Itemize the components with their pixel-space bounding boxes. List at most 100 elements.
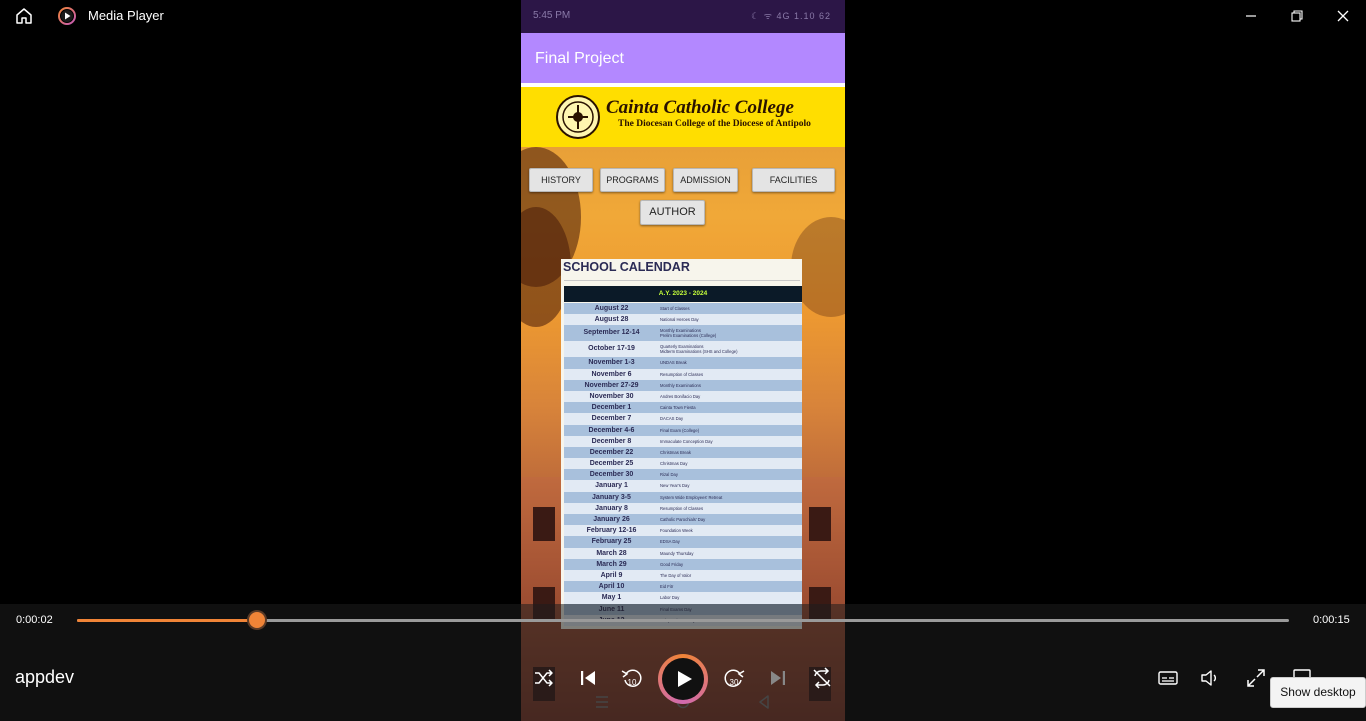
calendar-date: December 30 xyxy=(589,471,634,479)
calendar-row: January 26 Catholic Parochials' Day xyxy=(564,514,802,526)
calendar-date: January 8 xyxy=(595,504,628,512)
previous-icon[interactable] xyxy=(576,666,600,690)
next-icon[interactable] xyxy=(766,666,790,690)
calendar-event: Christmas Day xyxy=(660,461,688,467)
calendar-date: December 7 xyxy=(591,415,632,423)
calendar-date: December 22 xyxy=(589,448,634,456)
history-button[interactable]: HISTORY xyxy=(529,168,593,192)
calendar-date: May 1 xyxy=(601,594,622,602)
play-button[interactable] xyxy=(658,654,708,704)
calendar-row: February 12-16 Foundation Week xyxy=(564,525,802,537)
calendar-row: January 3-5 System Wide Employees' Retrea… xyxy=(564,491,802,503)
calendar-event: Rizal Day xyxy=(660,472,678,478)
calendar-event: Cainta Town Fiesta xyxy=(660,405,696,411)
calendar-row: December 7 DACAS Day xyxy=(564,413,802,425)
calendar-event: Final Exam (College) xyxy=(660,427,700,433)
calendar-date: February 25 xyxy=(591,538,632,546)
calendar-event: Resumption of Classes xyxy=(660,505,704,511)
play-button-inner xyxy=(662,658,704,700)
seek-thumb[interactable] xyxy=(248,612,265,628)
calendar-event: Eid Fitr xyxy=(660,584,674,590)
calendar-event: Start of Classes xyxy=(660,306,690,311)
calendar-date: November 27-29 xyxy=(584,381,639,389)
app-title: Media Player xyxy=(88,8,164,23)
calendar-row: November 30 Andres Bonifacio Day xyxy=(564,390,802,403)
calendar-row: October 17-19 Quarterly Examinations Midt… xyxy=(564,341,802,358)
calendar-row: August 22 Start of Classes xyxy=(564,303,802,315)
calendar-row: March 29 Good Friday xyxy=(564,558,802,570)
calendar-year-header: A.Y. 2023 - 2024 xyxy=(564,286,802,302)
calendar-table: August 22 Start of Classes August 28 Nation… xyxy=(564,303,802,626)
calendar-event: Good Friday xyxy=(660,561,684,567)
calendar-event: Andres Bonifacio Day xyxy=(660,393,701,399)
calendar-row: December 22 Christmas Break xyxy=(564,446,802,459)
captions-icon[interactable] xyxy=(1156,666,1180,690)
calendar-date: February 12-16 xyxy=(586,527,637,535)
calendar-row: August 28 National Heroes Day xyxy=(564,314,802,326)
volume-icon[interactable] xyxy=(1198,666,1222,690)
calendar-row: November 1-3 UNDAS Break xyxy=(564,357,802,369)
close-icon[interactable] xyxy=(1332,6,1354,26)
calendar-date: December 25 xyxy=(589,460,634,468)
calendar-event: Catholic Parochials' Day xyxy=(660,517,706,522)
calendar-row: April 9 The Day of Valor xyxy=(564,569,802,582)
calendar-row: November 27-29 Monthly Examinations xyxy=(564,379,802,391)
app-bar: Final Project xyxy=(521,33,845,83)
android-status-bar: 5:45 PM ☾ ᯤ 4G 1.10 62 xyxy=(521,0,845,33)
calendar-date: March 28 xyxy=(596,549,627,557)
skip-back-10-icon[interactable]: 10 xyxy=(620,666,644,690)
calendar-event: Maundy Thursday xyxy=(660,550,694,556)
calendar-event: Labor Day xyxy=(660,595,680,601)
calendar-row: November 6 Resumption of Classes xyxy=(564,368,802,380)
calendar-date: August 28 xyxy=(594,316,629,324)
status-icons: ☾ ᯤ 4G 1.10 62 xyxy=(751,11,831,21)
fullscreen-icon[interactable] xyxy=(1244,666,1268,690)
minimize-icon[interactable] xyxy=(1240,6,1262,26)
calendar-event: New Year's Day xyxy=(660,483,690,489)
calendar-event: Christmas Break xyxy=(660,449,691,455)
calendar-date: April 9 xyxy=(600,571,623,579)
admission-button[interactable]: ADMISSION xyxy=(673,168,738,192)
calendar-row: February 25 EDSA Day xyxy=(564,536,802,548)
calendar-divider xyxy=(564,280,800,281)
show-desktop-tooltip: Show desktop xyxy=(1270,677,1366,708)
calendar-event: National Heroes Day xyxy=(660,317,699,323)
calendar-event: System Wide Employees' Retreat xyxy=(660,494,723,500)
media-player-icon xyxy=(58,7,76,25)
calendar-date: October 17-19 xyxy=(588,345,635,353)
calendar-event: Monthly Examinations Prelim Examinations… xyxy=(660,328,717,339)
facilities-button[interactable]: FACILITIES xyxy=(752,168,835,192)
calendar-event: The Day of Valor xyxy=(660,572,692,578)
calendar-event: Monthly Examinations xyxy=(660,382,701,388)
calendar-row: December 30 Rizal Day xyxy=(564,469,802,481)
calendar-date: December 8 xyxy=(591,437,632,445)
shuffle-icon[interactable] xyxy=(532,666,556,690)
calendar-event: Foundation Week xyxy=(660,528,693,534)
college-seal-icon xyxy=(556,95,600,139)
calendar-row: May 1 Labor Day xyxy=(564,592,802,604)
calendar-date: January 26 xyxy=(593,516,630,523)
calendar-row: January 8 Resumption of Classes xyxy=(564,502,802,514)
calendar-date: March 29 xyxy=(596,560,627,568)
seek-bar-progress xyxy=(77,619,257,622)
programs-button[interactable]: PROGRAMS xyxy=(600,168,665,192)
repeat-off-icon[interactable] xyxy=(810,666,834,690)
calendar-date: August 22 xyxy=(594,305,629,312)
svg-text:10: 10 xyxy=(628,678,637,687)
app-bar-title: Final Project xyxy=(535,50,624,67)
video-title: appdev xyxy=(15,667,75,687)
calendar-row: December 4-6 Final Exam (College) xyxy=(564,424,802,436)
svg-text:30: 30 xyxy=(730,678,739,687)
home-icon[interactable] xyxy=(14,6,34,26)
calendar-event: Resumption of Classes xyxy=(660,371,704,377)
skip-forward-30-icon[interactable]: 30 xyxy=(722,666,746,690)
calendar-date: January 3-5 xyxy=(592,493,631,501)
restore-icon[interactable] xyxy=(1286,6,1308,26)
calendar-row: March 28 Maundy Thursday xyxy=(564,547,802,559)
author-button[interactable]: AUTHOR xyxy=(640,200,705,225)
calendar-date: November 30 xyxy=(589,392,634,400)
college-name: Cainta Catholic College xyxy=(606,97,794,118)
calendar-event: EDSA Day xyxy=(660,539,680,545)
calendar-date: April 10 xyxy=(598,583,625,591)
calendar-date: November 6 xyxy=(591,370,632,378)
